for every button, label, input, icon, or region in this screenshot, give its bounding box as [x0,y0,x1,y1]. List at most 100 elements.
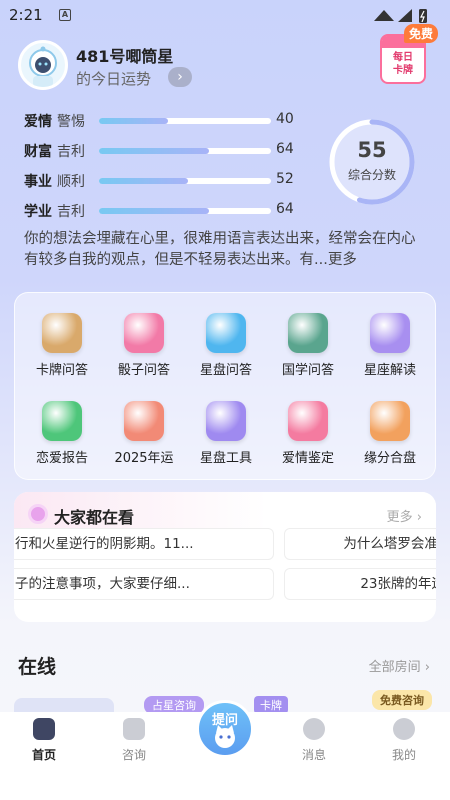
trending-item[interactable]: 23张牌的年运 [284,568,436,600]
service-tarot-qa[interactable]: 卡牌问答 [21,313,103,393]
service-year-fortune[interactable]: 2025年运 [103,401,185,481]
fortune-status: 吉利 [57,204,85,220]
free-consult-badge: 免费咨询 [372,690,432,710]
free-badge: 免费 [404,24,438,43]
online-title: 在线 [18,656,57,678]
avatar[interactable] [18,40,68,90]
services-grid: 卡牌问答 骰子问答 星盘问答 国学问答 星座解读 恋爱报告 2025年运 星盘工… [14,292,436,480]
fortune-bar-track [99,118,271,124]
fortune-bar-fill [99,178,189,184]
fortune-name: 事业 [24,174,52,190]
planet-icon [28,504,48,524]
profile-icon [393,718,415,740]
home-icon [33,718,55,740]
graduation-cap-icon [123,718,145,740]
tarot-card-icon [42,313,82,353]
fortune-status: 顺利 [57,174,85,190]
service-guoxue-qa[interactable]: 国学问答 [267,313,349,393]
tab-profile[interactable]: 我的 [374,718,434,763]
service-constellation[interactable]: 星座解读 [349,313,431,393]
service-label: 爱情鉴定 [281,451,334,466]
fortune-list: 爱情 警惕 40 财富 吉利 64 事业 顺利 52 学业 吉利 64 [24,109,304,229]
overall-score[interactable]: 55 综合分数 [326,116,418,208]
service-love-report[interactable]: 恋爱报告 [21,401,103,481]
tab-label: 我的 [391,748,416,762]
star-tool-icon [206,401,246,441]
fortune-bar-fill [99,148,210,154]
service-label: 国学问答 [281,363,334,378]
description-more-link[interactable]: 更多 [328,252,357,268]
tab-messages[interactable]: 消息 [284,718,344,763]
tab-label: 消息 [301,748,326,762]
fortune-value: 64 [276,201,294,217]
fortune-status: 警惕 [57,114,85,130]
astronaut-avatar-icon [29,46,57,87]
trending-item[interactable]: 子的注意事项，大家要仔细... [14,568,274,600]
more-label: 更多 [386,510,413,525]
service-chart-tool[interactable]: 星盘工具 [185,401,267,481]
fortune-description[interactable]: 你的想法会埋藏在心里，很难用语言表达出来，经常会在内心有较多自我的观点，但是不轻… [24,229,424,271]
service-label: 星盘工具 [199,451,252,466]
score-ring [329,119,415,205]
tab-label: 首页 [31,748,56,762]
fortune-bar-fill [99,118,168,124]
service-label: 2025年运 [114,451,174,466]
trending-item[interactable]: 为什么塔罗会准? [284,528,436,560]
service-astrolabe-qa[interactable]: 星盘问答 [185,313,267,393]
dice-icon [124,313,164,353]
fortune-bar-track [99,208,271,214]
ask-cat-icon [215,725,235,748]
fortune-row: 学业 吉利 64 [24,199,304,229]
fortune-name: 财富 [24,144,52,160]
all-rooms-label: 全部房间 [368,660,421,675]
book-icon [288,313,328,353]
fortune-value: 52 [276,171,294,187]
fortune-subtitle: 的今日运势 [76,70,152,88]
service-label: 星盘问答 [199,363,252,378]
status-time: 2:21 [9,6,43,24]
username: 481号唧筒星 [76,47,174,66]
service-love-test[interactable]: 爱情鉴定 [267,401,349,481]
ask-button[interactable]: 提问 [196,700,254,758]
trending-section: 大家都在看 更多 › 行和火星逆行的阴影期。11... 为什么塔罗会准? 子的注… [14,492,436,622]
chat-bubble-icon [303,718,325,740]
fortune-row: 财富 吉利 64 [24,139,304,169]
score-label: 综合分数 [347,168,396,182]
chevron-right-icon[interactable]: › [168,67,192,87]
service-label: 缘分合盘 [363,451,416,466]
tab-consult[interactable]: 咨询 [104,718,164,763]
fortune-value: 40 [276,111,294,127]
service-synastry[interactable]: 缘分合盘 [349,401,431,481]
trending-item[interactable]: 行和火星逆行的阴影期。11... [14,528,274,560]
daily-card-label-2: 卡牌 [393,65,413,76]
yin-yang-icon [124,401,164,441]
daily-card-label-1: 每日 [393,52,413,63]
all-rooms-link[interactable]: 全部房间 › [369,656,430,675]
wifi-icon [374,10,394,21]
love-report-icon [42,401,82,441]
notification-a-icon: A [59,9,71,21]
profile-header[interactable]: 481号唧筒星 的今日运势 › [18,40,318,92]
fortune-bar-track [99,178,271,184]
heart-icon [288,401,328,441]
astrolabe-icon [206,313,246,353]
tab-home[interactable]: 首页 [14,718,74,763]
fortune-value: 64 [276,141,294,157]
tab-label: 咨询 [121,748,146,762]
fortune-status: 吉利 [57,144,85,160]
heart-lock-icon [370,401,410,441]
fortune-bar-track [99,148,271,154]
service-label: 骰子问答 [117,363,170,378]
fortune-row: 事业 顺利 52 [24,169,304,199]
service-label: 卡牌问答 [35,363,88,378]
trending-more-link[interactable]: 更多 › [387,506,422,525]
service-label: 恋爱报告 [35,451,88,466]
fortune-name: 爱情 [24,114,52,130]
fortune-bar-fill [99,208,210,214]
score-value: 55 [357,138,387,162]
daily-card-button[interactable]: 每日 卡牌 免费 [372,24,438,88]
fortune-name: 学业 [24,204,52,220]
service-dice-qa[interactable]: 骰子问答 [103,313,185,393]
status-icons [374,9,427,23]
service-label: 星座解读 [363,363,416,378]
